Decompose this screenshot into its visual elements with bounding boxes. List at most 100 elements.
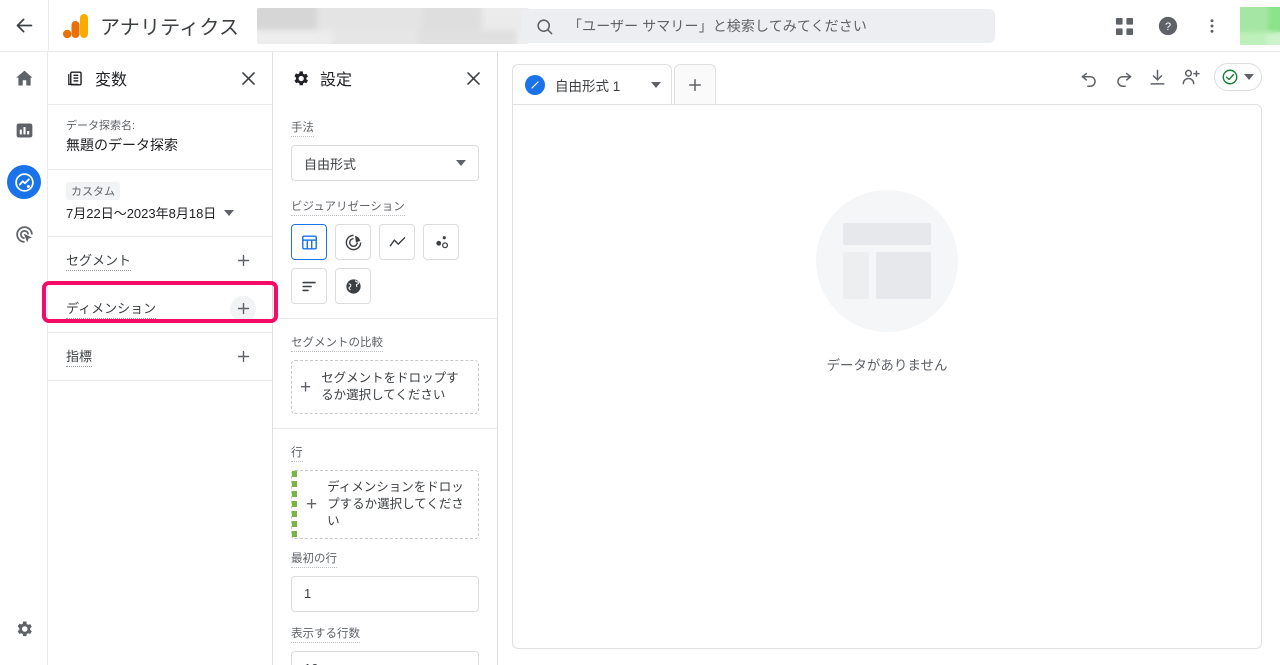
variables-row-dimensions[interactable]: ディメンション xyxy=(48,284,272,332)
show-rows-section: 表示する行数 10 xyxy=(273,612,497,665)
metrics-label: 指標 xyxy=(66,346,93,367)
sidebar-item-home[interactable] xyxy=(0,52,48,104)
empty-state-text: データがありません xyxy=(826,358,948,373)
donut-chart-viz-icon xyxy=(345,234,361,250)
tab-free-form-1[interactable]: 自由形式 1 xyxy=(512,64,672,104)
back-button[interactable] xyxy=(0,0,48,52)
close-variables-panel-button[interactable] xyxy=(239,69,258,88)
top-bar: アナリティクス 「ユーザー サマリー」と検索してみてください ? xyxy=(0,0,1280,52)
variables-panel: 変数 データ探索名: 無題のデータ探索 カスタム 7月22日〜2023年8月18… xyxy=(48,52,273,665)
left-nav-rail xyxy=(0,52,48,665)
technique-value: 自由形式 xyxy=(304,156,357,172)
table-viz-button[interactable] xyxy=(291,224,327,260)
undo-icon xyxy=(1081,72,1096,87)
variables-icon xyxy=(68,70,82,86)
exploration-name-section[interactable]: データ探索名: 無題のデータ探索 xyxy=(48,104,272,169)
undo-button[interactable] xyxy=(1074,62,1104,92)
settings-panel-title: 設定 xyxy=(320,72,353,89)
show-rows-select[interactable]: 10 xyxy=(291,650,479,665)
settings-header-left: 設定 xyxy=(291,66,352,90)
date-range-section[interactable]: カスタム 7月22日〜2023年8月18日 xyxy=(48,169,272,236)
help-circle-icon: ? xyxy=(1158,16,1178,36)
technique-section: 手法 自由形式 xyxy=(273,104,497,181)
redo-icon xyxy=(1116,72,1131,87)
status-badge[interactable] xyxy=(1214,63,1262,91)
explore-active-bubble xyxy=(7,165,41,199)
segment-drop-zone[interactable]: + セグメントをドロップするか選択してください xyxy=(291,360,479,414)
variables-header-left: 変数 xyxy=(66,66,127,90)
sidebar-item-advertising[interactable] xyxy=(0,208,48,260)
tab-bar: 自由形式 1 xyxy=(498,52,1280,104)
plus-icon xyxy=(237,350,249,363)
search-bar[interactable]: 「ユーザー サマリー」と検索してみてください xyxy=(521,9,995,43)
gear-icon xyxy=(294,70,308,85)
line-chart-viz-button[interactable] xyxy=(379,224,415,260)
account-property-selector-redacted[interactable] xyxy=(257,7,530,44)
caret-down-icon xyxy=(1244,74,1254,80)
download-button[interactable] xyxy=(1142,62,1172,92)
scatter-bubble-viz-button[interactable] xyxy=(423,224,459,260)
illustration-body xyxy=(843,252,931,299)
help-button[interactable]: ? xyxy=(1146,0,1190,52)
geo-map-viz-button[interactable] xyxy=(335,268,371,304)
variables-list-end-divider xyxy=(48,380,272,381)
download-icon xyxy=(1149,69,1165,85)
search-placeholder: 「ユーザー サマリー」と検索してみてください xyxy=(568,18,867,34)
close-settings-panel-button[interactable] xyxy=(464,69,483,88)
add-dimension-button[interactable] xyxy=(230,295,256,322)
visualization-options-row-1 xyxy=(291,224,479,260)
donut-chart-viz-button[interactable] xyxy=(335,224,371,260)
gear-icon xyxy=(17,621,32,637)
add-segment-button[interactable] xyxy=(230,248,256,274)
exploration-name-value: 無題のデータ探索 xyxy=(66,137,178,153)
variables-row-segments[interactable]: セグメント xyxy=(48,236,272,284)
rows-label: 行 xyxy=(291,444,303,462)
variables-panel-title: 変数 xyxy=(95,72,128,89)
redo-button[interactable] xyxy=(1108,62,1138,92)
variables-row-metrics[interactable]: 指標 xyxy=(48,332,272,380)
sidebar-item-reports[interactable] xyxy=(0,104,48,156)
segments-label: セグメント xyxy=(66,250,132,271)
rows-section: 行 + ディメンションをドロップするか選択してください xyxy=(273,429,497,539)
line-chart-viz-icon xyxy=(389,236,405,246)
caret-down-icon[interactable] xyxy=(651,81,661,88)
date-range-row[interactable]: 7月22日〜2023年8月18日 xyxy=(66,203,254,222)
page-title: アナリティクス xyxy=(100,17,240,39)
technique-label: 手法 xyxy=(291,119,314,137)
sidebar-item-explore[interactable] xyxy=(0,156,48,208)
drop-zone-accent-bar xyxy=(292,471,297,538)
caret-down-icon xyxy=(224,209,235,216)
visualization-label: ビジュアリゼーション xyxy=(291,198,405,216)
apps-grid-button[interactable] xyxy=(1102,0,1146,52)
empty-state: データがありません xyxy=(816,190,958,374)
dimensions-label: ディメンション xyxy=(66,298,157,319)
start-row-input[interactable]: 1 xyxy=(291,575,479,612)
search-input[interactable]: 「ユーザー サマリー」と検索してみてください xyxy=(521,9,995,43)
share-button[interactable] xyxy=(1176,62,1206,92)
dimension-drop-text: ディメンションをドロップするか選択してください xyxy=(327,480,464,528)
apps-grid-icon xyxy=(1115,17,1133,35)
dimension-drop-zone[interactable]: + ディメンションをドロップするか選択してください xyxy=(291,470,479,539)
bar-chart-viz-button[interactable] xyxy=(291,268,327,304)
segment-comparison-label: セグメントの比較 xyxy=(291,334,383,352)
illustration-header-bar xyxy=(843,223,931,245)
exploration-name-label: データ探索名: xyxy=(66,120,136,132)
plus-icon xyxy=(689,78,701,91)
canvas-actions xyxy=(1074,62,1262,92)
more-vertical-icon xyxy=(1210,19,1214,33)
geo-map-viz-icon xyxy=(345,278,361,294)
start-row-section: 最初の行 1 xyxy=(273,539,497,612)
svg-text:?: ? xyxy=(1165,21,1171,33)
plus-icon: + xyxy=(306,493,318,515)
visualization-section: ビジュアリゼーション xyxy=(273,181,497,304)
brand[interactable]: アナリティクス xyxy=(49,11,239,40)
close-icon xyxy=(242,71,255,85)
technique-select[interactable]: 自由形式 xyxy=(291,145,479,181)
sidebar-item-admin[interactable] xyxy=(0,603,48,655)
add-metric-button[interactable] xyxy=(230,344,256,370)
avatar[interactable] xyxy=(1240,7,1280,45)
add-tab-button[interactable] xyxy=(674,64,716,104)
visualization-options-row-2 xyxy=(291,268,479,304)
more-options-button[interactable] xyxy=(1190,0,1234,52)
rail-bottom-group xyxy=(0,603,48,655)
